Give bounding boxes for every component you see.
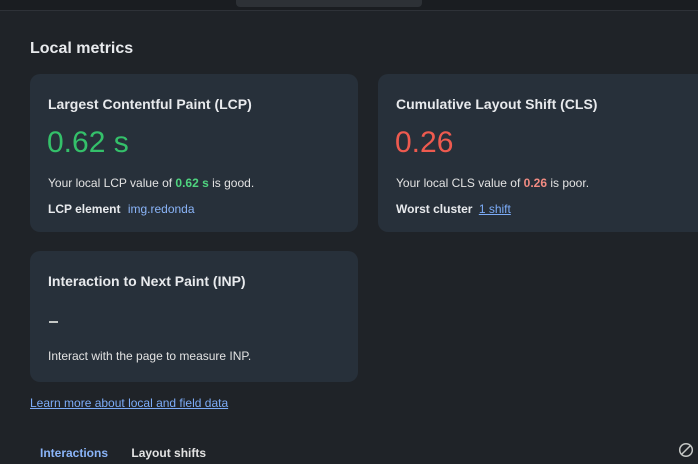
lcp-element-label: LCP element	[48, 202, 121, 216]
lcp-desc-prefix: Your local LCP value of	[48, 176, 176, 190]
lcp-element-link[interactable]: img.redonda	[128, 202, 195, 216]
lcp-desc-suffix: is good.	[208, 176, 255, 190]
inp-description: Interact with the page to measure INP.	[48, 349, 252, 363]
learn-more-link[interactable]: Learn more about local and field data	[30, 396, 228, 410]
tab-interactions[interactable]: Interactions	[40, 446, 108, 460]
cls-desc-prefix: Your local CLS value of	[396, 176, 524, 190]
tab-bar: Interactions Layout shifts	[40, 446, 226, 460]
inp-card: Interaction to Next Paint (INP) – Intera…	[30, 251, 358, 382]
cls-desc-suffix: is poor.	[547, 176, 590, 190]
top-toolbar	[0, 0, 698, 11]
section-title: Local metrics	[30, 40, 134, 57]
tab-layout-shifts[interactable]: Layout shifts	[131, 446, 206, 460]
lcp-title: Largest Contentful Paint (LCP)	[48, 96, 252, 112]
cls-cluster-row: Worst cluster 1 shift	[396, 202, 511, 216]
cls-desc-value: 0.26	[523, 176, 547, 190]
performance-panel: Local metrics Largest Contentful Paint (…	[0, 0, 698, 464]
lcp-value: 0.62 s	[47, 126, 129, 159]
lcp-description: Your local LCP value of 0.62 s is good.	[48, 176, 254, 190]
inp-title: Interaction to Next Paint (INP)	[48, 273, 246, 289]
clear-icon[interactable]	[678, 442, 694, 458]
cls-cluster-label: Worst cluster	[396, 202, 473, 216]
cls-cluster-link[interactable]: 1 shift	[479, 202, 511, 216]
lcp-desc-value: 0.62 s	[175, 176, 209, 190]
inp-value-empty	[49, 321, 58, 323]
cls-value: 0.26	[395, 126, 454, 159]
lcp-element-row: LCP element img.redonda	[48, 202, 195, 216]
cls-title: Cumulative Layout Shift (CLS)	[396, 96, 598, 112]
lcp-card: Largest Contentful Paint (LCP) 0.62 s Yo…	[30, 74, 358, 232]
toolbar-field[interactable]	[236, 0, 422, 7]
cls-card: Cumulative Layout Shift (CLS) 0.26 Your …	[378, 74, 698, 232]
cls-description: Your local CLS value of 0.26 is poor.	[396, 176, 589, 190]
